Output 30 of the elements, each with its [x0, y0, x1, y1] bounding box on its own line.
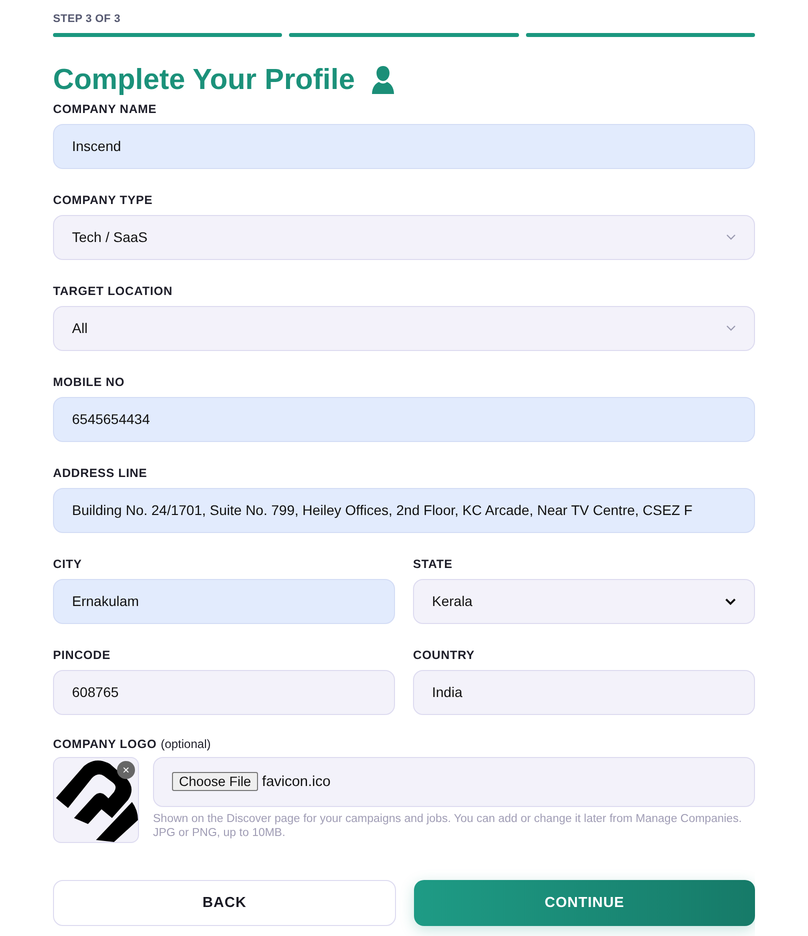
- chevron-icon: [726, 325, 736, 332]
- continue-button[interactable]: CONTINUE: [414, 880, 755, 926]
- input-field[interactable]: Inscend: [53, 124, 755, 169]
- field-label: COUNTRY: [413, 648, 476, 662]
- field-label: ADDRESS LINE: [53, 466, 148, 480]
- file-input[interactable]: Choose File favicon.ico: [153, 756, 755, 807]
- field-label: TARGET LOCATION: [53, 284, 174, 298]
- select-field[interactable]: Kerala: [413, 578, 755, 624]
- field-label: STATE: [413, 556, 454, 571]
- page-title: Complete Your Profile: [53, 63, 355, 98]
- dropdown-field[interactable]: Tech / SaaS: [53, 214, 755, 260]
- step-label: STEP 3 OF 3: [53, 12, 122, 25]
- chevron-icon: [726, 234, 736, 240]
- input-field[interactable]: India: [413, 670, 755, 715]
- remove-button[interactable]: ×: [117, 760, 135, 779]
- field-label: COMPANY NAME: [53, 102, 158, 116]
- input-field[interactable]: 6545654434: [53, 396, 755, 442]
- field-label: COMPANY TYPE: [53, 192, 154, 207]
- field-label: CITY: [53, 556, 83, 571]
- field-label: MOBILE NO: [53, 374, 126, 389]
- field-label: PINCODE: [53, 648, 112, 662]
- input-field[interactable]: Ernakulam: [53, 578, 395, 624]
- help-text: Shown on the Discover page for your campaigns and jobs. You can add or change it later from Manage Companies. JPG or PNG, up to 10MB.: [153, 812, 743, 840]
- dropdown-field[interactable]: All: [53, 306, 755, 351]
- input-field[interactable]: Building No. 24/1701, Suite No. 799, Heiley Offices, 2nd Floor, KC Arcade, Near TV Centre, CSEZ F: [53, 488, 755, 533]
- field-label: COMPANY LOGO: [53, 736, 157, 751]
- back-button[interactable]: BACK: [53, 880, 396, 926]
- chevron-icon: [725, 598, 736, 605]
- optional-note: (optional): [160, 736, 211, 751]
- input-field[interactable]: 608765: [53, 670, 395, 715]
